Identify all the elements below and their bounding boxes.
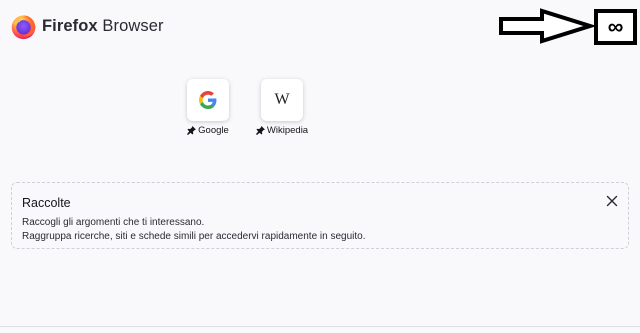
home-screen: Firefox Browser ∞ Google W Wikipedia Rac… (0, 0, 640, 333)
wikipedia-w-icon: W (274, 91, 290, 108)
pin-icon (255, 126, 265, 135)
firefox-logo-icon (11, 15, 36, 40)
google-tile[interactable] (187, 79, 229, 121)
google-g-icon (199, 91, 217, 109)
brand: Firefox Browser (10, 13, 164, 40)
top-site-label: Google (168, 125, 248, 136)
brand-name: Firefox Browser (42, 17, 164, 35)
infinity-icon: ∞ (607, 14, 624, 39)
close-icon[interactable] (606, 195, 618, 207)
collections-description: Raccogli gli argomenti che ti interessan… (22, 217, 366, 242)
top-site-label: Wikipedia (242, 125, 322, 136)
menu-button[interactable]: ∞ (594, 9, 637, 45)
collections-card: Raccolte Raccogli gli argomenti che ti i… (11, 182, 629, 249)
pin-icon (187, 126, 197, 135)
collections-title: Raccolte (22, 196, 71, 210)
top-site-wikipedia[interactable]: W Wikipedia (242, 79, 322, 136)
top-site-google[interactable]: Google (168, 79, 248, 136)
wikipedia-tile[interactable]: W (261, 79, 303, 121)
divider (0, 326, 640, 327)
annotation-arrow-icon (499, 8, 594, 44)
